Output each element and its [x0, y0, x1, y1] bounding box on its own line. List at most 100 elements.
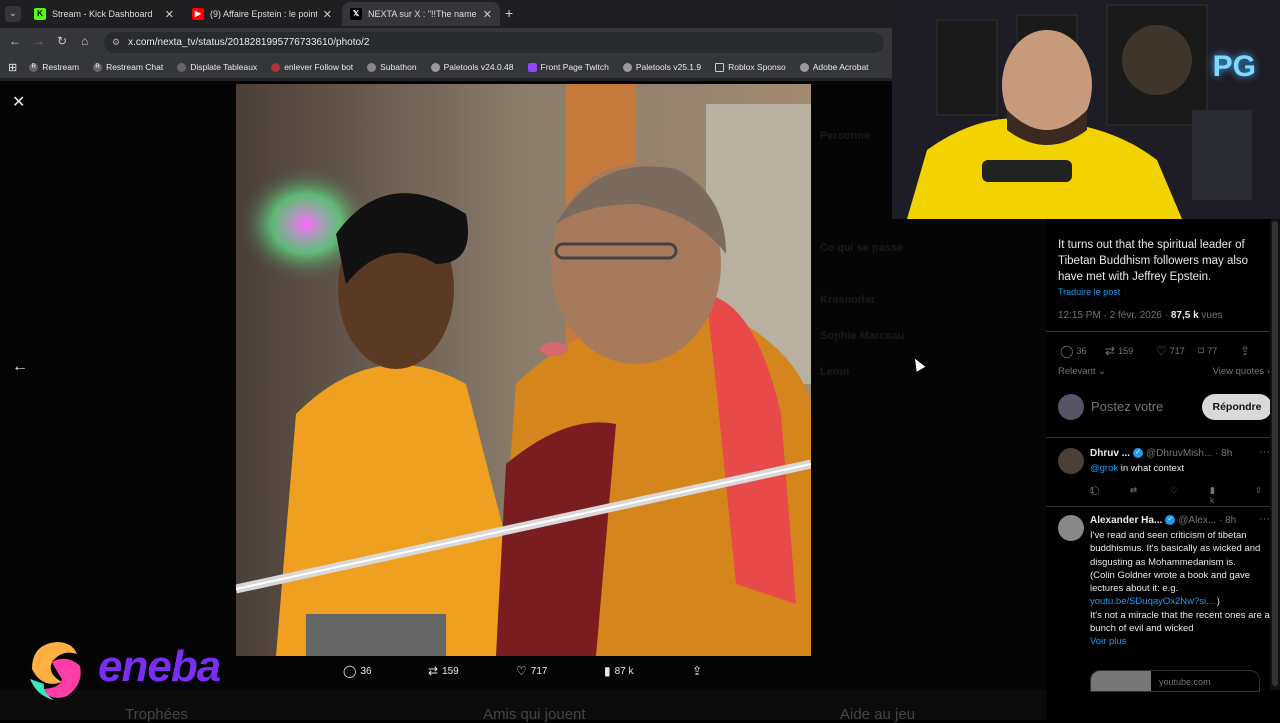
post-photo[interactable]: [236, 84, 811, 656]
globe-icon: [799, 62, 809, 72]
share-stat[interactable]: ⇪: [1240, 344, 1253, 358]
show-more-link[interactable]: Voir plus: [1090, 635, 1270, 648]
tab-bar: ⌄ K Stream - Kick Dashboard ✕ ▶ (9) Affa…: [0, 0, 892, 28]
globe-icon: [622, 62, 632, 72]
sponsor-name: eneba: [98, 642, 221, 691]
forward-icon[interactable]: →: [33, 34, 45, 48]
reply-input[interactable]: Postez votre: [1091, 399, 1163, 414]
bookmark-paletools-24[interactable]: Paletools v24.0.48: [430, 62, 514, 72]
address-bar[interactable]: ⚙ x.com/nexta_tv/status/2018281995776733…: [104, 32, 884, 53]
bookmark-restream[interactable]: R Restream: [29, 62, 79, 72]
dim-heading: Krasnodar: [820, 294, 876, 306]
close-icon[interactable]: ✕: [12, 92, 25, 112]
views-icon: ▮: [604, 664, 611, 678]
bookmark-restream-chat[interactable]: R Restream Chat: [93, 62, 163, 72]
reply-action[interactable]: ◯ 36: [343, 664, 372, 678]
kick-icon: K: [34, 8, 46, 20]
bookmark-follow-bot[interactable]: enlever Follow bot: [271, 62, 353, 72]
bookmark-subathon[interactable]: Subathon: [367, 62, 417, 72]
x-icon: 𝕏: [350, 8, 362, 20]
verified-icon: ✓: [1165, 515, 1176, 526]
apps-icon[interactable]: ⊞: [8, 61, 17, 74]
youtube-icon: ▶: [192, 8, 204, 20]
bookmark-icon: ⌑: [1198, 344, 1205, 358]
post-timestamp[interactable]: 12:15 PM · 2 févr. 2026 ·: [1058, 310, 1171, 321]
more-options-icon[interactable]: ···: [1259, 513, 1270, 525]
close-tab-icon[interactable]: ✕: [165, 8, 174, 21]
reply-item[interactable]: Dhruv ... ✓ @DhruvMish... · 8h ··· @grok i…: [1046, 446, 1280, 508]
avatar: [1058, 515, 1084, 541]
close-tab-icon[interactable]: ✕: [323, 8, 332, 21]
heart-icon: ♡: [516, 664, 527, 678]
link-card[interactable]: youtube.com: [1090, 670, 1260, 692]
bookmark-roblox[interactable]: Roblox Sponso: [715, 62, 786, 72]
tab-kick-dashboard[interactable]: K Stream - Kick Dashboard ✕: [26, 2, 182, 26]
eneba-logo-icon: [30, 642, 81, 700]
bookmark-adobe[interactable]: Adobe Acrobat: [799, 62, 869, 72]
bookmark-displate[interactable]: Displate Tableaux: [177, 62, 257, 72]
tab-title: NEXTA sur X : "!!The name of th: [368, 9, 477, 19]
scroll-thumb[interactable]: [1272, 221, 1278, 686]
verified-icon: ✓: [1133, 448, 1144, 459]
views-label: vues: [1198, 310, 1223, 321]
repost-icon[interactable]: ⇄: [1130, 485, 1137, 496]
tab-youtube[interactable]: ▶ (9) Affaire Epstein : le point sur ✕: [184, 2, 340, 26]
subathon-icon: [367, 62, 377, 72]
more-options-icon[interactable]: ···: [1259, 446, 1270, 458]
like-action[interactable]: ♡ 717: [516, 664, 547, 678]
webcam-overlay: PG: [892, 0, 1280, 219]
repost-action[interactable]: ⇄ 159: [428, 664, 459, 678]
share-icon[interactable]: ⇪: [1255, 485, 1262, 496]
home-icon[interactable]: ⌂: [81, 34, 88, 48]
dim-heading: Ce qui se passe: [820, 242, 904, 254]
new-tab-button[interactable]: +: [505, 5, 513, 21]
view-quotes-link[interactable]: View quotes ›: [1213, 366, 1270, 377]
bookmark-stat[interactable]: ⌑ 77: [1198, 344, 1217, 358]
section-title: Amis qui jouent: [483, 706, 586, 723]
link-card-thumbnail: [1091, 671, 1151, 691]
reply-header: Dhruv ... ✓ @DhruvMish... · 8h: [1090, 448, 1233, 459]
sort-dropdown[interactable]: Relevant ⌄: [1058, 366, 1106, 377]
section-title: Aide au jeu: [840, 706, 916, 723]
avatar: [1058, 448, 1084, 474]
close-tab-icon[interactable]: ✕: [483, 8, 492, 21]
bookmarks-bar: ⊞ R Restream R Restream Chat Displate Tabl…: [0, 56, 892, 78]
views-count: 87,5 k: [1170, 310, 1199, 321]
tab-nexta-x[interactable]: 𝕏 NEXTA sur X : "!!The name of th ✕: [342, 2, 500, 26]
translate-link[interactable]: Traduire le post: [1058, 287, 1120, 297]
mention-link[interactable]: @grok: [1090, 463, 1118, 474]
youtube-link[interactable]: youtu.be/SDuqayOx2Nw?si...: [1090, 596, 1214, 607]
dim-heading: Sophie Marceau: [820, 330, 905, 342]
chevron-down-icon: ⌄: [1098, 366, 1107, 377]
displate-icon: [177, 62, 187, 72]
divider: [1046, 437, 1280, 438]
browser-window: ⌄ K Stream - Kick Dashboard ✕ ▶ (9) Affa…: [0, 0, 892, 81]
bookmark-paletools-25[interactable]: Paletools v25.1.9: [622, 62, 701, 72]
folder-icon: [715, 62, 725, 72]
restream-icon: R: [93, 62, 103, 72]
heart-icon[interactable]: ♡: [1170, 485, 1178, 496]
repost-stat[interactable]: ⇄ 159: [1105, 344, 1133, 358]
heart-icon: ♡: [1156, 344, 1167, 358]
divider: [1046, 331, 1280, 332]
reply-stat[interactable]: ◯ 36: [1060, 344, 1086, 358]
tab-search-button[interactable]: ⌄: [5, 6, 21, 22]
tab-title: Stream - Kick Dashboard: [52, 9, 153, 19]
sponsor-logo: eneba: [22, 634, 242, 704]
site-info-icon[interactable]: ⚙: [112, 37, 120, 48]
like-stat[interactable]: ♡ 717: [1156, 344, 1185, 358]
share-action[interactable]: ⇪: [692, 664, 706, 678]
bookmark-front-page-twitch[interactable]: Front Page Twitch: [527, 62, 609, 72]
reply-button[interactable]: Répondre: [1202, 394, 1272, 420]
views-action[interactable]: ▮ 87 k: [604, 664, 634, 678]
bookmark-icon: [271, 62, 281, 72]
reply-item[interactable]: Alexander Ha... ✓ @Alex... · 8h ··· I've r…: [1046, 513, 1280, 692]
twitch-icon: [527, 62, 537, 72]
photo-actions: ◯ 36 ⇄ 159 ♡ 717 ▮ 87 k ⇪: [330, 664, 720, 680]
reload-icon[interactable]: ↻: [57, 34, 67, 48]
globe-icon: [430, 62, 440, 72]
reply-composer: Postez votre Répondre: [1058, 394, 1272, 420]
panel-scrollbar[interactable]: [1270, 219, 1280, 690]
back-icon[interactable]: ←: [9, 34, 21, 48]
previous-photo-icon[interactable]: ←: [12, 358, 28, 376]
